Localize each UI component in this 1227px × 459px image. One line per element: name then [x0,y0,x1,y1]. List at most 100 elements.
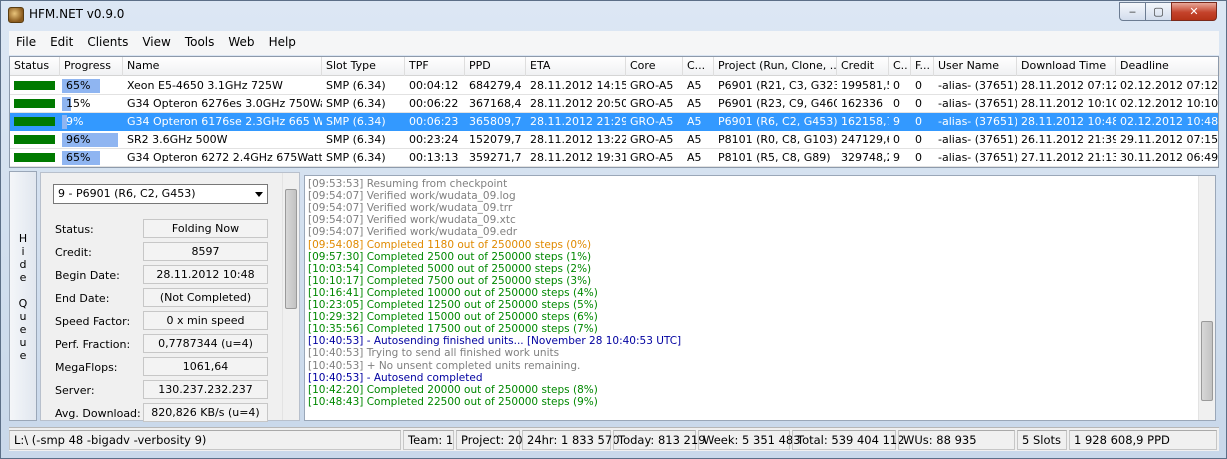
col-completed[interactable]: C.. [889,57,911,76]
cell-core-id: A5 [687,79,702,92]
col-status[interactable]: Status [10,57,60,76]
queue-label-begin-date: Begin Date: [55,269,120,282]
col-tpf[interactable]: TPF [405,57,465,76]
log-line: [10:40:53] Trying to send all finished w… [308,347,560,360]
col-name[interactable]: Name [123,57,322,76]
menu-clients[interactable]: Clients [80,31,135,49]
cell-project: P6901 (R23, C9, G460) [718,97,837,110]
col-failed[interactable]: F... [911,57,934,76]
menu-view[interactable]: View [135,31,177,49]
scroll-thumb[interactable] [285,189,297,309]
grid-header: Status Progress Name Slot Type TPF PPD E… [10,57,1220,76]
table-row[interactable]: 65% G34 Opteron 6272 2.4GHz 675Watt SMP … [10,149,1218,167]
status-indicator [14,81,55,90]
close-button[interactable]: ✕ [1171,2,1217,21]
cell-completed: 9 [893,115,900,128]
cell-user-name: -alias- (37651) [938,133,1017,146]
col-download-time[interactable]: Download Time [1017,57,1116,76]
col-slot-type[interactable]: Slot Type [322,57,405,76]
window-title: HFM.NET v0.9.0 [29,7,125,21]
menu-web[interactable]: Web [221,31,261,49]
cell-credit: 162158,7 [841,115,889,128]
minimize-button[interactable]: ‒ [1119,2,1146,21]
cell-tpf: 00:06:23 [409,115,459,128]
col-credit[interactable]: Credit [837,57,889,76]
slots-grid: Status Progress Name Slot Type TPF PPD E… [9,56,1220,168]
log-line: [10:03:54] Completed 5000 out of 250000 … [308,262,592,275]
col-deadline[interactable]: Deadline [1116,57,1220,76]
status-week: Week: 5 351 483 [698,430,801,450]
col-eta[interactable]: ETA [526,57,626,76]
cell-download-time: 27.11.2012 21:13 [1021,151,1116,164]
hide-queue-letter: i [21,245,25,258]
cell-eta: 28.11.2012 21:29 [530,115,626,128]
cell-core: GRO-A5 [630,151,674,164]
cell-download-time: 28.11.2012 10:10 [1021,97,1116,110]
menu-help[interactable]: Help [262,31,303,49]
log-viewer: [09:53:53] Resuming from checkpoint [09:5… [304,175,1216,421]
col-user-name[interactable]: User Name [934,57,1017,76]
table-row[interactable]: 65% Xeon E5-4650 3.1GHz 725W SMP (6.34) … [10,77,1218,95]
queue-label-perf-fraction: Perf. Fraction: [55,338,131,351]
cell-tpf: 00:23:24 [409,133,459,146]
maximize-button[interactable]: ▢ [1145,2,1172,21]
log-line: [09:54:07] Verified work/wudata_09.trr [308,202,513,215]
col-project[interactable]: Project (Run, Clone, ... [714,57,837,76]
cell-name: G34 Opteron 6176se 2.3GHz 665 Watt [127,115,322,128]
queue-label-status: Status: [55,223,94,236]
table-row[interactable]: 15% G34 Opteron 6276es 3.0GHz 750Watt SM… [10,95,1218,113]
log-line: [10:40:53] - Autosending finished units.… [308,335,682,348]
queue-select-value: 9 - P6901 (R6, C2, G453) [58,187,196,200]
log-line: [10:10:17] Completed 7500 out of 250000 … [308,274,592,287]
col-core[interactable]: Core [626,57,683,76]
details-panel: H i d e Q u e u e 9 - P6901 (R6, C2, G45… [9,169,1219,424]
cell-deadline: 02.12.2012 07:12 [1120,79,1219,92]
cell-slot-type: SMP (6.34) [326,115,386,128]
menu-tools[interactable]: Tools [178,31,222,49]
cell-failed: 0 [915,97,922,110]
queue-select[interactable]: 9 - P6901 (R6, C2, G453) [53,184,268,204]
progress-text: 65% [66,79,91,92]
col-ppd[interactable]: PPD [465,57,526,76]
col-progress[interactable]: Progress [60,57,123,76]
menu-file[interactable]: File [9,31,43,49]
queue-scrollbar[interactable] [282,173,299,420]
cell-slot-type: SMP (6.34) [326,151,386,164]
cell-slot-type: SMP (6.34) [326,97,386,110]
cell-credit: 247129,6 [841,133,889,146]
status-slots: 5 Slots [1017,430,1067,450]
table-row-selected[interactable]: 9% G34 Opteron 6176se 2.3GHz 665 Watt SM… [10,113,1218,131]
status-wus: WUs: 88 935 [898,430,1015,450]
cell-failed: 0 [915,133,922,146]
menu-edit[interactable]: Edit [43,31,80,49]
cell-failed: 0 [915,79,922,92]
hide-queue-letter: d [19,258,27,271]
table-row[interactable]: 96% SR2 3.6GHz 500W SMP (6.34) 00:23:24 … [10,131,1218,149]
scroll-thumb[interactable] [1201,321,1213,401]
cell-project: P6901 (R21, C3, G323) [718,79,837,92]
col-core-id[interactable]: C... [683,57,714,76]
cell-failed: 0 [915,115,922,128]
cell-download-time: 28.11.2012 10:48 [1021,115,1116,128]
cell-user-name: -alias- (37651) [938,115,1017,128]
status-bar: L:\ (-smp 48 -bigadv -verbosity 9) Team:… [9,427,1219,451]
hide-queue-button[interactable]: H i d e Q u e u e [9,171,37,421]
queue-value-speed-factor: 0 x min speed [143,311,268,330]
queue-value-megaflops: 1061,64 [143,357,268,376]
log-scrollbar[interactable] [1198,176,1215,420]
progress-bar: 15% [62,97,120,111]
queue-value-end-date: (Not Completed) [143,288,268,307]
cell-core: GRO-A5 [630,115,674,128]
main-window: HFM.NET v0.9.0 ‒ ▢ ✕ File Edit Clients View… [0,0,1227,459]
status-indicator [14,135,55,144]
progress-text: 96% [66,133,91,146]
cell-failed: 0 [915,151,922,164]
status-indicator [14,99,55,108]
cell-tpf: 00:04:12 [409,79,459,92]
status-project: Project: 20 [456,430,523,450]
queue-value-credit: 8597 [143,242,268,261]
hide-queue-letter: u [19,310,27,323]
log-line: [10:29:32] Completed 15000 out of 250000… [308,311,598,324]
queue-value-begin-date: 28.11.2012 10:48 [143,265,268,284]
queue-panel: 9 - P6901 (R6, C2, G453) Status: Folding… [40,172,300,422]
